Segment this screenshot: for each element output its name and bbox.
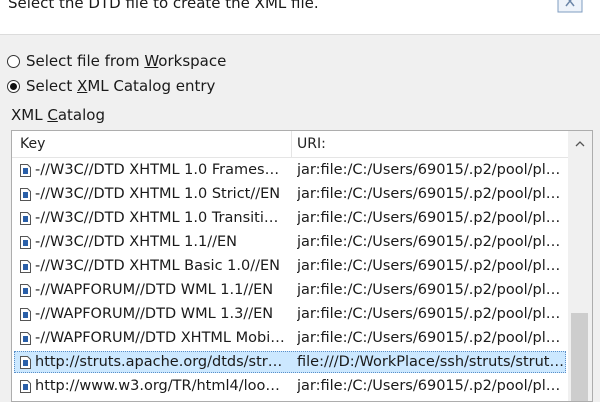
catalog-uri-cell: jar:file:/C:/Users/69015/.p2/pool/plugin…	[297, 234, 565, 250]
catalog-uri-cell: jar:file:/C:/Users/69015/.p2/pool/plugin…	[297, 162, 565, 178]
catalog-uri-cell: jar:file:/C:/Users/69015/.p2/pool/plugin…	[297, 186, 565, 202]
scroll-up-arrow-icon[interactable]	[568, 131, 592, 155]
table-row[interactable]: -//W3C//DTD XHTML 1.0 Transitional//EN ja…	[12, 207, 568, 231]
vertical-scrollbar[interactable]	[568, 131, 592, 401]
xml-catalog-label: XML Catalog	[11, 106, 105, 124]
wizard-description: Select the DTD file to create the XML fi…	[8, 0, 319, 12]
dtd-file-icon	[20, 188, 31, 201]
table-row[interactable]: -//WAPFORUM//DTD WML 1.1//EN jar:file:/C:…	[12, 279, 568, 303]
dtd-file-icon	[20, 164, 31, 177]
catalog-uri-cell: jar:file:/C:/Users/69015/.p2/pool/plugin…	[297, 258, 565, 274]
catalog-uri-cell: jar:file:/C:/Users/69015/.p2/pool/plugin…	[297, 306, 565, 322]
dtd-file-icon	[20, 260, 31, 273]
table-rows: -//W3C//DTD XHTML 1.0 Frameset//EN jar:fi…	[12, 159, 568, 399]
select-xml-catalog-label: Select XML Catalog entry	[26, 77, 216, 95]
table-row[interactable]: -//W3C//DTD XHTML 1.1//EN jar:file:/C:/Us…	[12, 231, 568, 255]
select-from-workspace-label: Select file from Workspace	[26, 52, 227, 70]
table-row[interactable]: -//WAPFORUM//DTD XHTML Mobile 1.0//EN jar…	[12, 327, 568, 351]
radio-circle-icon[interactable]	[7, 54, 20, 68]
table-row[interactable]: http://struts.apache.org/dtds/struts-2.5…	[12, 351, 568, 375]
catalog-key-cell: -//W3C//DTD XHTML 1.0 Strict//EN	[35, 186, 281, 202]
scrollbar-thumb[interactable]	[571, 313, 588, 401]
dtd-file-icon	[20, 212, 31, 225]
catalog-uri-cell: jar:file:/C:/Users/69015/.p2/pool/plugin…	[297, 330, 565, 346]
radio-checked-icon[interactable]	[7, 79, 20, 93]
catalog-key-cell: -//W3C//DTD XHTML 1.0 Frameset//EN	[35, 162, 287, 178]
column-divider[interactable]	[291, 131, 292, 157]
dtd-file-icon	[20, 236, 31, 249]
catalog-uri-cell: jar:file:/C:/Users/69015/.p2/pool/plugin…	[297, 210, 565, 226]
catalog-key-cell: http://struts.apache.org/dtds/struts-2.5…	[35, 354, 287, 370]
table-row[interactable]: http://www.w3.org/TR/html4/loose.dtd jar:…	[12, 375, 568, 399]
table-row[interactable]: -//WAPFORUM//DTD WML 1.3//EN jar:file:/C:…	[12, 303, 568, 327]
dtd-file-icon	[20, 332, 31, 345]
table-row[interactable]: -//W3C//DTD XHTML 1.0 Frameset//EN jar:fi…	[12, 159, 568, 183]
dtd-file-icon	[20, 284, 31, 297]
dtd-file-icon	[20, 356, 31, 369]
select-from-workspace-radio[interactable]: Select file from Workspace	[7, 50, 226, 72]
dtd-file-icon	[20, 380, 31, 393]
dtd-file-icon	[20, 308, 31, 321]
column-header-uri[interactable]: URI:	[297, 136, 326, 152]
column-header-key[interactable]: Key	[20, 136, 45, 152]
catalog-key-cell: -//W3C//DTD XHTML 1.0 Transitional//EN	[35, 210, 287, 226]
xml-wizard-icon	[557, 0, 583, 13]
catalog-key-cell: -//W3C//DTD XHTML Basic 1.0//EN	[35, 258, 280, 274]
table-header: Key URI:	[12, 131, 568, 158]
xml-catalog-table[interactable]: Key URI: -//W3C//DTD XHTML 1.0 Frameset/…	[11, 130, 593, 402]
catalog-key-cell: -//WAPFORUM//DTD WML 1.3//EN	[35, 306, 274, 322]
catalog-key-cell: -//WAPFORUM//DTD XHTML Mobile 1.0//EN	[35, 330, 287, 346]
table-row[interactable]: -//W3C//DTD XHTML Basic 1.0//EN jar:file:…	[12, 255, 568, 279]
catalog-uri-cell: jar:file:/C:/Users/69015/.p2/pool/plugin…	[297, 282, 565, 298]
wizard-description-banner: Select the DTD file to create the XML fi…	[0, 0, 600, 35]
table-row[interactable]: -//W3C//DTD XHTML 1.0 Strict//EN jar:file…	[12, 183, 568, 207]
catalog-uri-cell: file:///D:/WorkPlace/ssh/struts/struts-2…	[297, 354, 565, 370]
select-xml-catalog-radio[interactable]: Select XML Catalog entry	[7, 75, 215, 97]
catalog-key-cell: -//WAPFORUM//DTD WML 1.1//EN	[35, 282, 274, 298]
catalog-key-cell: -//W3C//DTD XHTML 1.1//EN	[35, 234, 237, 250]
